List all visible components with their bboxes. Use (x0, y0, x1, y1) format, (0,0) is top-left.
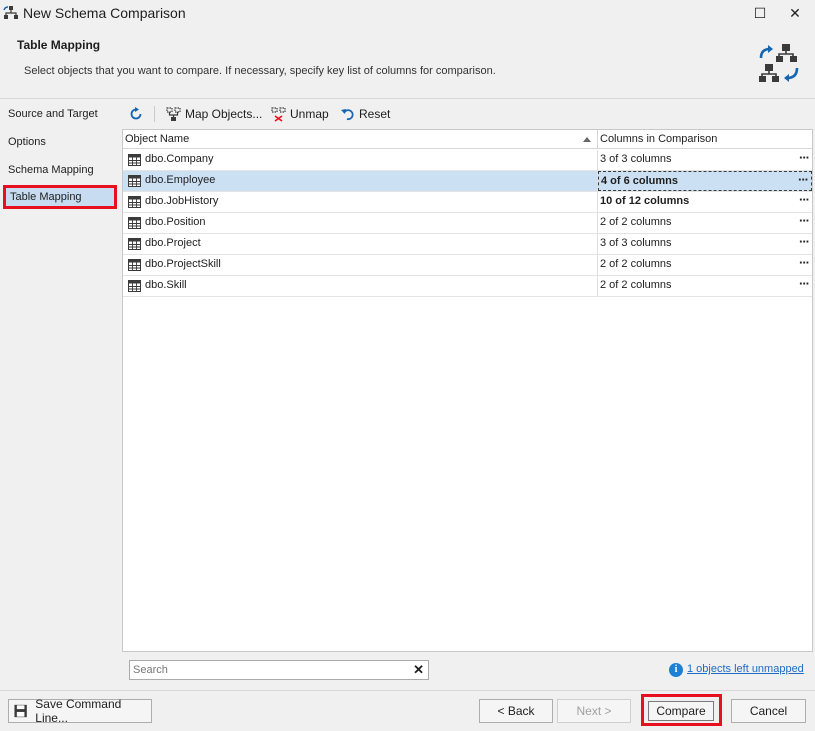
title-bar: New Schema Comparison ☐ ✕ (0, 0, 815, 27)
edit-columns-button[interactable]: ··· (799, 213, 810, 228)
object-name: dbo.Skill (145, 279, 187, 291)
columns-count: 2 of 2 columns (600, 279, 672, 291)
toolbar-separator (154, 106, 155, 122)
columns-cell[interactable]: 3 of 3 columns ··· (598, 234, 812, 254)
mapping-toolbar: Map Objects... Unmap Reset (122, 100, 815, 129)
column-header-object-name[interactable]: Object Name (123, 130, 598, 149)
grid-header: Object Name Columns in Comparison (123, 130, 812, 149)
object-name-cell[interactable]: dbo.JobHistory (123, 192, 598, 212)
columns-cell[interactable]: 10 of 12 columns ··· (598, 192, 812, 212)
grid-footer: ✕ i 1 objects left unmapped (122, 652, 815, 689)
sidebar-item-source-and-target[interactable]: Source and Target (0, 101, 122, 127)
page-description: Select objects that you want to compare.… (24, 65, 496, 77)
unmapped-objects-link[interactable]: 1 objects left unmapped (687, 663, 804, 675)
sidebar-item-table-mapping[interactable]: Table Mapping (3, 185, 117, 209)
table-icon (128, 217, 141, 229)
reset-label: Reset (359, 107, 391, 121)
table-row[interactable]: dbo.Employee 4 of 6 columns ··· (123, 171, 812, 192)
back-button[interactable]: < Back (479, 699, 553, 723)
object-name-cell[interactable]: dbo.Project (123, 234, 598, 254)
object-name-cell[interactable]: dbo.Employee (123, 171, 598, 191)
object-name: dbo.ProjectSkill (145, 258, 221, 270)
columns-cell[interactable]: 2 of 2 columns ··· (598, 255, 812, 275)
close-button[interactable]: ✕ (785, 4, 805, 22)
columns-count: 3 of 3 columns (600, 237, 672, 249)
next-button[interactable]: Next > (557, 699, 631, 723)
unmap-icon (271, 106, 286, 122)
columns-count: 10 of 12 columns (600, 195, 690, 207)
clear-search-icon[interactable]: ✕ (413, 662, 424, 678)
compare-button[interactable]: Compare (648, 701, 714, 721)
edit-columns-button[interactable]: ··· (799, 192, 810, 207)
refresh-icon (130, 107, 142, 120)
cancel-button[interactable]: Cancel (731, 699, 806, 723)
column-header-label: Columns in Comparison (600, 133, 718, 145)
wizard-sidebar: Source and Target Options Schema Mapping… (0, 100, 122, 690)
table-icon (128, 238, 141, 250)
column-header-columns-in-comparison[interactable]: Columns in Comparison (598, 130, 812, 149)
table-icon (128, 175, 141, 187)
table-icon (128, 154, 141, 166)
object-name: dbo.Employee (145, 174, 216, 186)
columns-cell[interactable]: 2 of 2 columns ··· (598, 276, 812, 296)
edit-columns-button[interactable]: ··· (799, 150, 810, 165)
reset-icon (341, 109, 354, 121)
edit-columns-button[interactable]: ··· (799, 276, 810, 291)
sort-ascending-icon (583, 137, 591, 142)
columns-count: 4 of 6 columns (601, 175, 679, 187)
info-icon: i (669, 663, 683, 677)
table-icon (128, 280, 141, 292)
wizard-footer: Save Command Line... < Back Next > Compa… (0, 690, 815, 731)
table-row[interactable]: dbo.Project 3 of 3 columns ··· (123, 234, 812, 255)
columns-cell[interactable]: 3 of 3 columns ··· (598, 150, 812, 170)
object-name: dbo.Company (145, 153, 214, 165)
unmap-label: Unmap (290, 107, 329, 121)
object-name-cell[interactable]: dbo.Skill (123, 276, 598, 296)
object-name: dbo.Position (145, 216, 206, 228)
object-name: dbo.JobHistory (145, 195, 219, 207)
schema-sync-icon (759, 44, 799, 82)
object-name-cell[interactable]: dbo.Company (123, 150, 598, 170)
object-name-cell[interactable]: dbo.ProjectSkill (123, 255, 598, 275)
wizard-header: Table Mapping Select objects that you wa… (0, 27, 815, 99)
unmap-button[interactable]: Unmap (271, 105, 329, 123)
reset-button[interactable]: Reset (341, 105, 390, 123)
edit-columns-button[interactable]: ··· (799, 255, 810, 270)
window-title: New Schema Comparison (23, 5, 186, 21)
object-name-cell[interactable]: dbo.Position (123, 213, 598, 233)
schema-compare-app-icon (3, 6, 18, 19)
table-row[interactable]: dbo.Position 2 of 2 columns ··· (123, 213, 812, 234)
table-row[interactable]: dbo.Skill 2 of 2 columns ··· (123, 276, 812, 297)
map-objects-button[interactable]: Map Objects... (166, 105, 262, 123)
columns-cell[interactable]: 2 of 2 columns ··· (598, 213, 812, 233)
table-row[interactable]: dbo.JobHistory 10 of 12 columns ··· (123, 192, 812, 213)
columns-cell[interactable]: 4 of 6 columns ··· (598, 171, 812, 191)
search-box: ✕ (129, 660, 429, 680)
table-icon (128, 196, 141, 208)
columns-count: 3 of 3 columns (600, 153, 672, 165)
refresh-button[interactable] (129, 105, 143, 123)
sidebar-item-options[interactable]: Options (0, 129, 122, 155)
maximize-button[interactable]: ☐ (750, 4, 770, 22)
sidebar-item-schema-mapping[interactable]: Schema Mapping (0, 157, 122, 183)
save-icon (14, 704, 27, 718)
table-row[interactable]: dbo.Company 3 of 3 columns ··· (123, 150, 812, 171)
search-input[interactable] (130, 661, 410, 679)
map-objects-icon (166, 106, 181, 121)
columns-count: 2 of 2 columns (600, 258, 672, 270)
column-header-label: Object Name (125, 133, 190, 145)
table-mapping-grid: Object Name Columns in Comparison dbo.Co… (122, 129, 813, 652)
page-title: Table Mapping (17, 38, 101, 52)
table-row[interactable]: dbo.ProjectSkill 2 of 2 columns ··· (123, 255, 812, 276)
save-command-line-button[interactable]: Save Command Line... (8, 697, 152, 725)
columns-count: 2 of 2 columns (600, 216, 672, 228)
edit-columns-button[interactable]: ··· (798, 172, 809, 187)
save-command-line-label: Save Command Line... (35, 697, 122, 725)
map-objects-label: Map Objects... (185, 107, 263, 121)
edit-columns-button[interactable]: ··· (799, 234, 810, 249)
table-icon (128, 259, 141, 271)
object-name: dbo.Project (145, 237, 201, 249)
